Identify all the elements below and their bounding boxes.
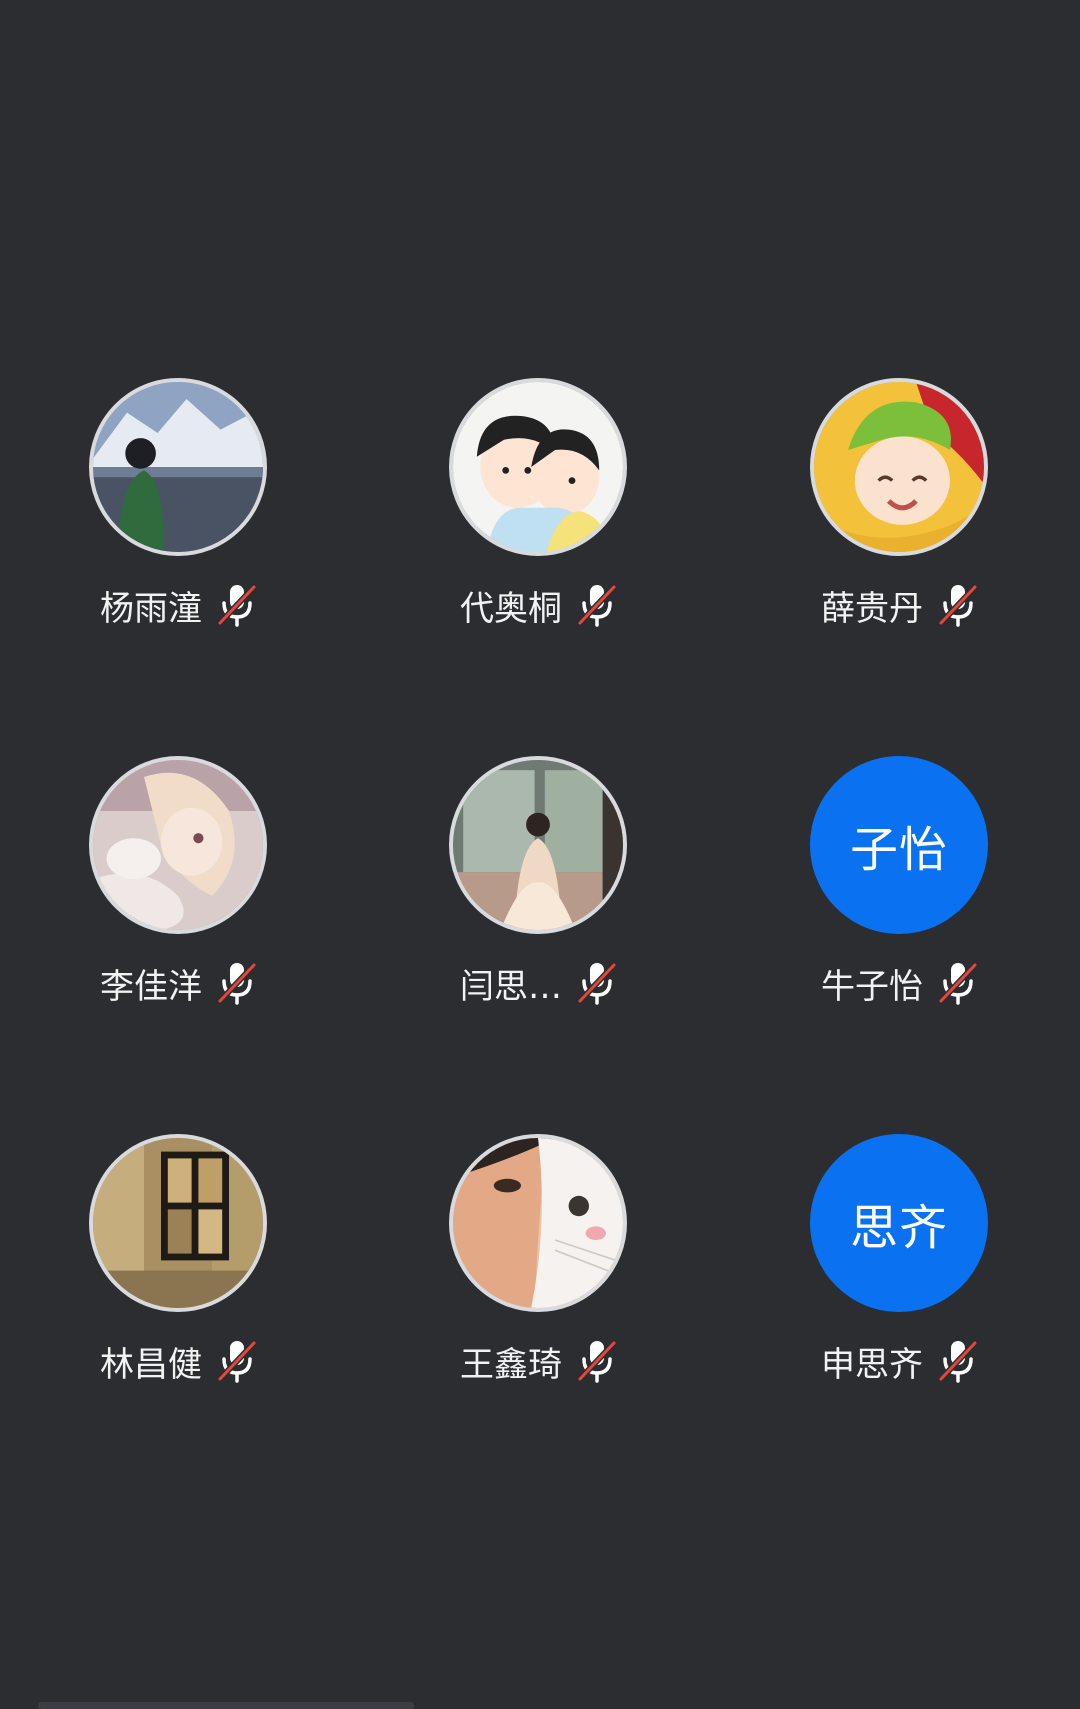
participant-name: 薛贵丹	[821, 588, 923, 629]
name-row: 牛子怡	[740, 958, 1060, 1008]
avatar	[449, 756, 627, 934]
participant-name: 林昌健	[100, 1344, 202, 1385]
avatar	[449, 378, 627, 556]
mic-off-icon	[217, 962, 257, 1005]
participant-tile[interactable]: 薛贵丹	[740, 378, 1060, 678]
participant-tile[interactable]: 思齐 申思齐	[740, 1134, 1060, 1434]
mic-off-icon	[938, 962, 978, 1005]
mic-off-icon	[938, 584, 978, 627]
mic-off-icon	[217, 1340, 257, 1383]
initials-avatar: 子怡	[810, 756, 988, 934]
name-row: 李佳洋	[19, 958, 339, 1008]
participant-name: 牛子怡	[821, 966, 923, 1007]
avatar	[810, 378, 988, 556]
name-row: 申思齐	[740, 1336, 1060, 1386]
participant-tile[interactable]: 王鑫琦	[379, 1134, 699, 1434]
avatar	[89, 378, 267, 556]
participant-name: 申思齐	[821, 1344, 923, 1385]
participant-name: 闫思…	[460, 966, 562, 1007]
name-row: 林昌健	[19, 1336, 339, 1386]
name-row: 代奥桐	[379, 580, 699, 630]
participant-name: 杨雨潼	[100, 588, 202, 629]
mic-off-icon	[938, 1340, 978, 1383]
home-indicator[interactable]	[38, 1702, 414, 1709]
participant-tile[interactable]: 子怡 牛子怡	[740, 756, 1060, 1056]
avatar	[89, 1134, 267, 1312]
mic-off-icon	[577, 1340, 617, 1383]
participant-tile[interactable]: 林昌健	[19, 1134, 339, 1434]
name-row: 王鑫琦	[379, 1336, 699, 1386]
participant-tile[interactable]: 代奥桐	[379, 378, 699, 678]
avatar	[89, 756, 267, 934]
mic-off-icon	[217, 584, 257, 627]
participant-tile[interactable]: 李佳洋	[19, 756, 339, 1056]
participant-tile[interactable]: 闫思…	[379, 756, 699, 1056]
name-row: 杨雨潼	[19, 580, 339, 630]
participant-name: 王鑫琦	[460, 1344, 562, 1385]
mic-off-icon	[577, 584, 617, 627]
name-row: 薛贵丹	[740, 580, 1060, 630]
name-row: 闫思…	[379, 958, 699, 1008]
participant-name: 李佳洋	[100, 966, 202, 1007]
mic-off-icon	[577, 962, 617, 1005]
initials-avatar: 思齐	[810, 1134, 988, 1312]
participant-tile[interactable]: 杨雨潼	[19, 378, 339, 678]
participant-name: 代奥桐	[460, 588, 562, 629]
avatar	[449, 1134, 627, 1312]
